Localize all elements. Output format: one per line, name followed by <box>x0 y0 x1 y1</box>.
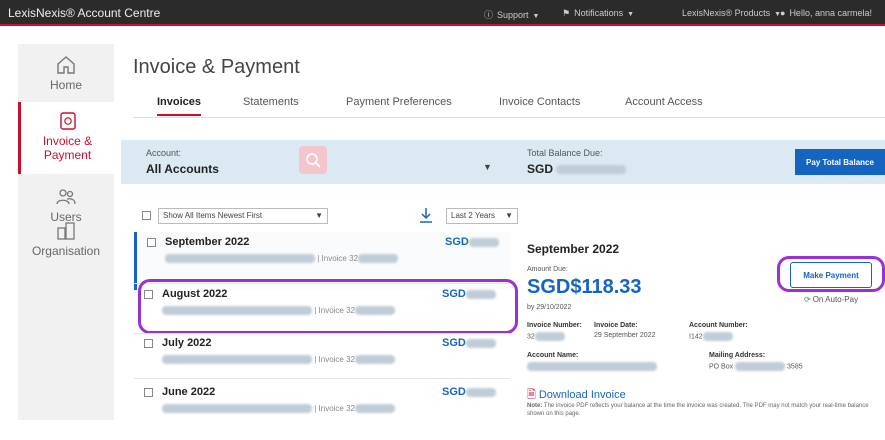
detail-title: September 2022 <box>527 242 620 256</box>
highlight-make-payment <box>777 256 885 292</box>
row-checkbox[interactable] <box>147 238 156 247</box>
mailing-address-label: Mailing Address: <box>709 352 766 359</box>
invoice-amount: SGD <box>442 386 496 398</box>
invoice-ref: | Invoice 32 <box>162 404 396 414</box>
tab-statements[interactable]: Statements <box>243 96 299 108</box>
redacted-amount <box>556 165 627 175</box>
sidebar-item-organisation[interactable]: Organisation <box>18 220 114 270</box>
filter-row: Show All Items Newest First ▼ Last 2 Year… <box>138 206 518 228</box>
balance-value: SGD <box>527 162 627 176</box>
products-menu[interactable]: LexisNexis® Products ▼ <box>682 8 781 18</box>
highlight-august-invoice <box>138 279 518 334</box>
sidebar-item-home[interactable]: Home <box>18 54 114 104</box>
chevron-down-icon: ▼ <box>315 211 323 220</box>
chevron-down-icon: ▼ <box>505 211 513 220</box>
search-button[interactable] <box>299 146 327 174</box>
invoice-number: 32 <box>527 332 565 341</box>
tab-account-access[interactable]: Account Access <box>625 96 703 108</box>
brand-title: LexisNexis® Account Centre <box>8 6 161 20</box>
sidebar: Home Invoice & Payment Users Organisatio… <box>18 44 114 420</box>
invoice-amount: SGD <box>445 236 499 248</box>
pay-total-balance-button[interactable]: Pay Total Balance <box>795 149 885 175</box>
chevron-down-icon: ▼ <box>627 11 635 18</box>
mailing-address: PO Box 3585 <box>709 362 803 371</box>
top-bar: LexisNexis® Account Centre ⓘ Support ▼ ⚑ No… <box>0 0 885 26</box>
search-icon <box>306 153 321 168</box>
invoice-date: 29 September 2022 <box>594 332 656 339</box>
help-icon: ⓘ <box>484 10 494 20</box>
select-all-checkbox[interactable] <box>142 211 151 220</box>
user-menu[interactable]: ● Hello, anna carmela! <box>780 8 872 18</box>
sort-select[interactable]: Show All Items Newest First ▼ <box>158 208 328 224</box>
home-icon <box>57 56 75 74</box>
flag-icon: ⚑ <box>562 8 571 18</box>
invoice-ref: | Invoice 32 <box>165 254 399 264</box>
invoice-month: July 2022 <box>162 337 212 349</box>
download-icon[interactable] <box>416 206 436 226</box>
pdf-icon: 🗎 <box>527 389 536 401</box>
redacted-account <box>162 404 312 414</box>
account-select[interactable]: All Accounts <box>146 162 219 176</box>
invoice-amount: SGD <box>442 337 496 349</box>
balance-label: Total Balance Due: <box>527 148 603 158</box>
row-checkbox[interactable] <box>144 388 153 397</box>
period-select[interactable]: Last 2 Years ▼ <box>446 208 518 224</box>
invoice-detail-panel: September 2022 Amount Due: SGD$118.33 by… <box>519 232 885 420</box>
sidebar-item-invoice-payment[interactable]: Invoice & Payment <box>18 102 114 174</box>
invoice-month: September 2022 <box>165 236 250 248</box>
tab-invoice-contacts[interactable]: Invoice Contacts <box>499 96 580 108</box>
tab-bar: Invoices Statements Payment Preferences … <box>133 90 885 118</box>
redacted-account <box>162 355 312 365</box>
building-icon <box>57 222 75 240</box>
chevron-down-icon[interactable]: ▼ <box>483 162 492 172</box>
page-title: Invoice & Payment <box>133 56 300 78</box>
account-name-label: Account Name: <box>527 352 579 359</box>
due-date: by 29/10/2022 <box>527 304 572 311</box>
refresh-icon: ⟳ <box>804 295 811 304</box>
users-icon <box>56 189 76 205</box>
amount-due: SGD$118.33 <box>527 276 642 298</box>
user-icon: ● <box>780 8 786 18</box>
account-bar: Account: All Accounts ▼ Total Balance Du… <box>121 140 885 184</box>
invoice-row[interactable]: June 2022 | Invoice 32 SGD <box>134 382 510 440</box>
row-checkbox[interactable] <box>144 339 153 348</box>
tab-invoices[interactable]: Invoices <box>157 96 202 116</box>
chevron-down-icon: ▼ <box>532 13 540 20</box>
tab-payment-preferences[interactable]: Payment Preferences <box>346 96 452 108</box>
amount-due-label: Amount Due: <box>527 266 568 273</box>
autopay-status: ⟳ On Auto-Pay <box>804 295 859 304</box>
redacted-account <box>165 254 315 264</box>
notifications-menu[interactable]: ⚑ Notifications ▼ <box>562 8 634 19</box>
account-label: Account: <box>146 148 182 158</box>
support-menu[interactable]: ⓘ Support ▼ <box>484 8 539 21</box>
invoice-month: June 2022 <box>162 386 216 398</box>
invoice-icon <box>59 112 76 130</box>
account-name <box>527 362 657 371</box>
divider <box>134 378 510 379</box>
account-number: I142 <box>689 332 733 341</box>
redacted-account-name <box>527 362 657 371</box>
invoice-date-label: Invoice Date: <box>594 322 638 329</box>
pdf-note: Note: The invoice PDF reflects your bala… <box>527 403 869 417</box>
invoice-number-label: Invoice Number: <box>527 322 582 329</box>
account-number-label: Account Number: <box>689 322 748 329</box>
invoice-ref: | Invoice 32 <box>162 355 396 365</box>
